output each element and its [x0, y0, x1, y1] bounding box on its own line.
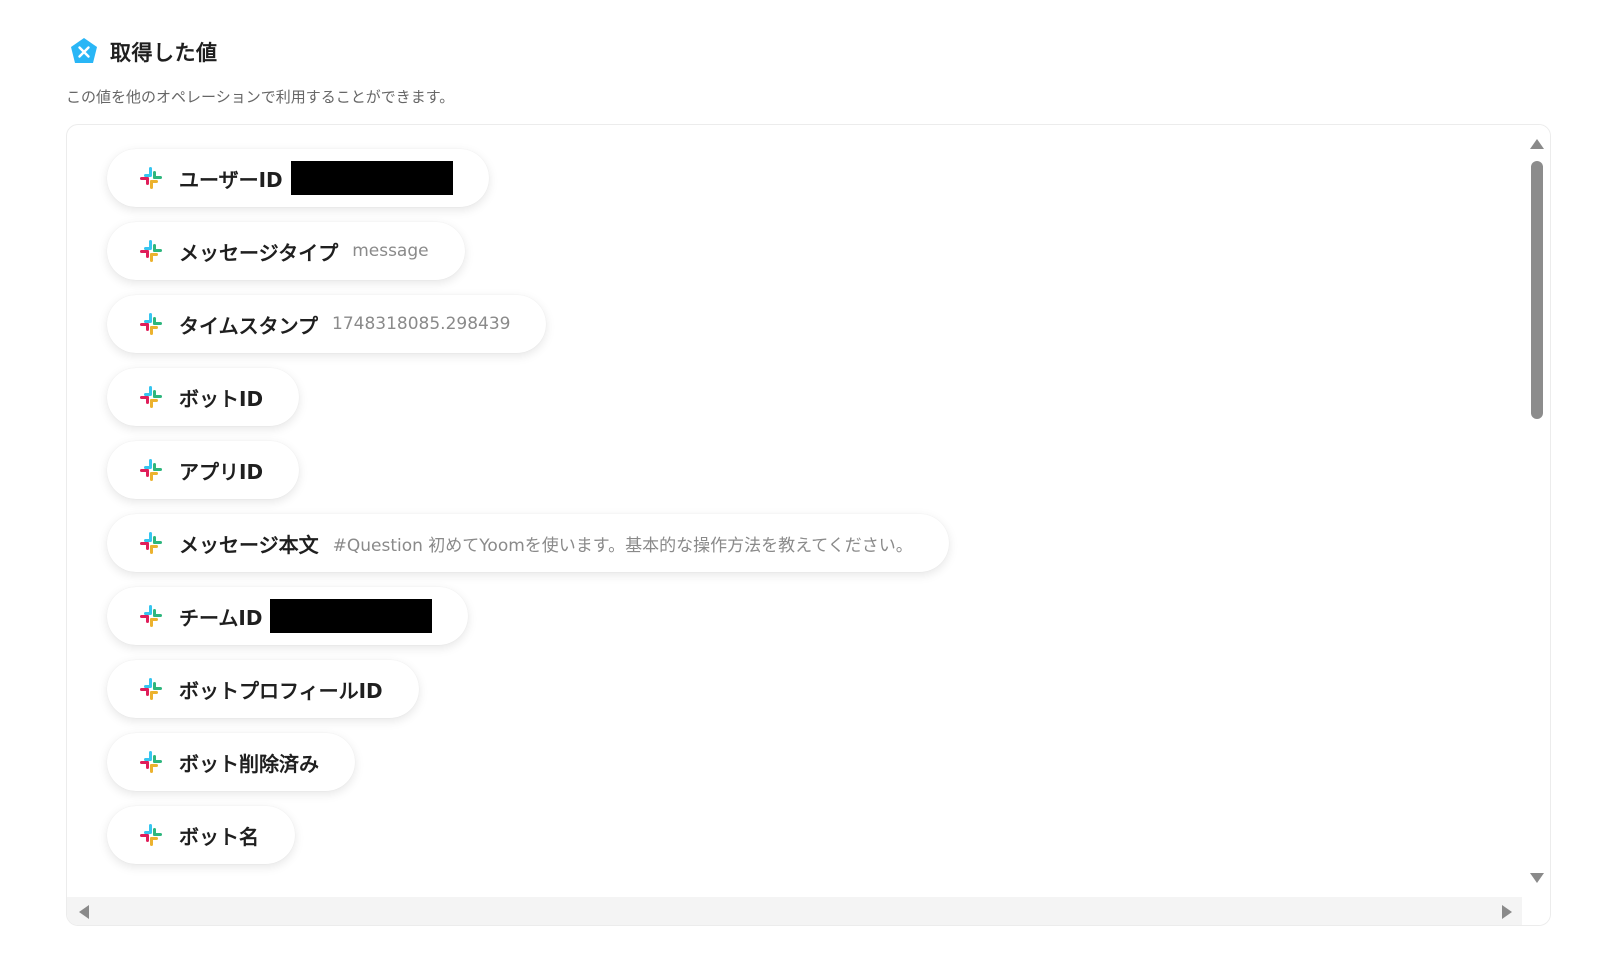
- value-chip-label: ボット削除済み: [179, 751, 319, 776]
- value-chip[interactable]: アプリID: [107, 441, 300, 499]
- scroll-down-arrow-icon[interactable]: [1530, 873, 1544, 883]
- slack-icon: [140, 824, 162, 846]
- value-chip-label: ボットID: [179, 386, 264, 411]
- slack-icon: [140, 386, 162, 408]
- value-chip-label: アプリID: [179, 459, 264, 484]
- section-description: この値を他のオペレーションで利用することができます。: [66, 88, 455, 106]
- values-panel: ユーザーID メッセージタイプ message タイムスタンプ 1748318085.2…: [66, 124, 1551, 926]
- value-chip[interactable]: メッセージタイプ message: [107, 222, 465, 280]
- value-chip[interactable]: タイムスタンプ 1748318085.298439: [107, 295, 547, 353]
- value-chip-value: 1748318085.298439: [332, 314, 511, 334]
- redacted-value: [290, 161, 453, 195]
- value-chip[interactable]: ユーザーID: [107, 149, 489, 207]
- slack-icon: [140, 605, 162, 627]
- value-chip[interactable]: ボット名: [107, 806, 295, 864]
- scroll-right-arrow-icon[interactable]: [1502, 905, 1512, 919]
- value-chip-value: message: [352, 241, 429, 261]
- slack-icon: [140, 459, 162, 481]
- slack-icon: [140, 678, 162, 700]
- slack-icon: [140, 240, 162, 262]
- vertical-scrollbar[interactable]: [1522, 125, 1550, 897]
- value-chip-value: #Question 初めてYoomを使います。基本的な操作方法を教えてください。: [332, 535, 913, 556]
- value-chip-label: チームID: [179, 605, 263, 630]
- value-chip-label: ボット名: [179, 824, 259, 849]
- slack-icon: [140, 751, 162, 773]
- section-header: 取得した値: [68, 36, 218, 68]
- redacted-value: [270, 599, 433, 633]
- section-title: 取得した値: [110, 41, 218, 65]
- yoom-x-icon: [71, 38, 97, 63]
- value-chip[interactable]: チームID: [107, 587, 469, 645]
- scroll-up-arrow-icon[interactable]: [1530, 139, 1544, 149]
- vertical-scroll-thumb[interactable]: [1531, 161, 1543, 419]
- slack-icon: [140, 532, 162, 554]
- value-chip-label: メッセージタイプ: [179, 240, 339, 265]
- value-chip-label: ユーザーID: [179, 167, 283, 192]
- scroll-left-arrow-icon[interactable]: [79, 905, 89, 919]
- value-chip[interactable]: ボットID: [107, 368, 300, 426]
- slack-icon: [140, 313, 162, 335]
- value-chip[interactable]: ボット削除済み: [107, 733, 355, 791]
- value-chip[interactable]: メッセージ本文 #Question 初めてYoomを使います。基本的な操作方法を教…: [107, 514, 949, 572]
- scrollbar-corner: [1522, 897, 1550, 925]
- value-chip-label: タイムスタンプ: [179, 313, 318, 338]
- values-list: ユーザーID メッセージタイプ message タイムスタンプ 1748318085.2…: [67, 125, 1522, 897]
- horizontal-scrollbar[interactable]: [67, 897, 1522, 925]
- value-chip-label: メッセージ本文: [179, 532, 319, 557]
- value-chip[interactable]: ボットプロフィールID: [107, 660, 419, 718]
- value-chip-label: ボットプロフィールID: [179, 678, 383, 703]
- slack-icon: [140, 167, 162, 189]
